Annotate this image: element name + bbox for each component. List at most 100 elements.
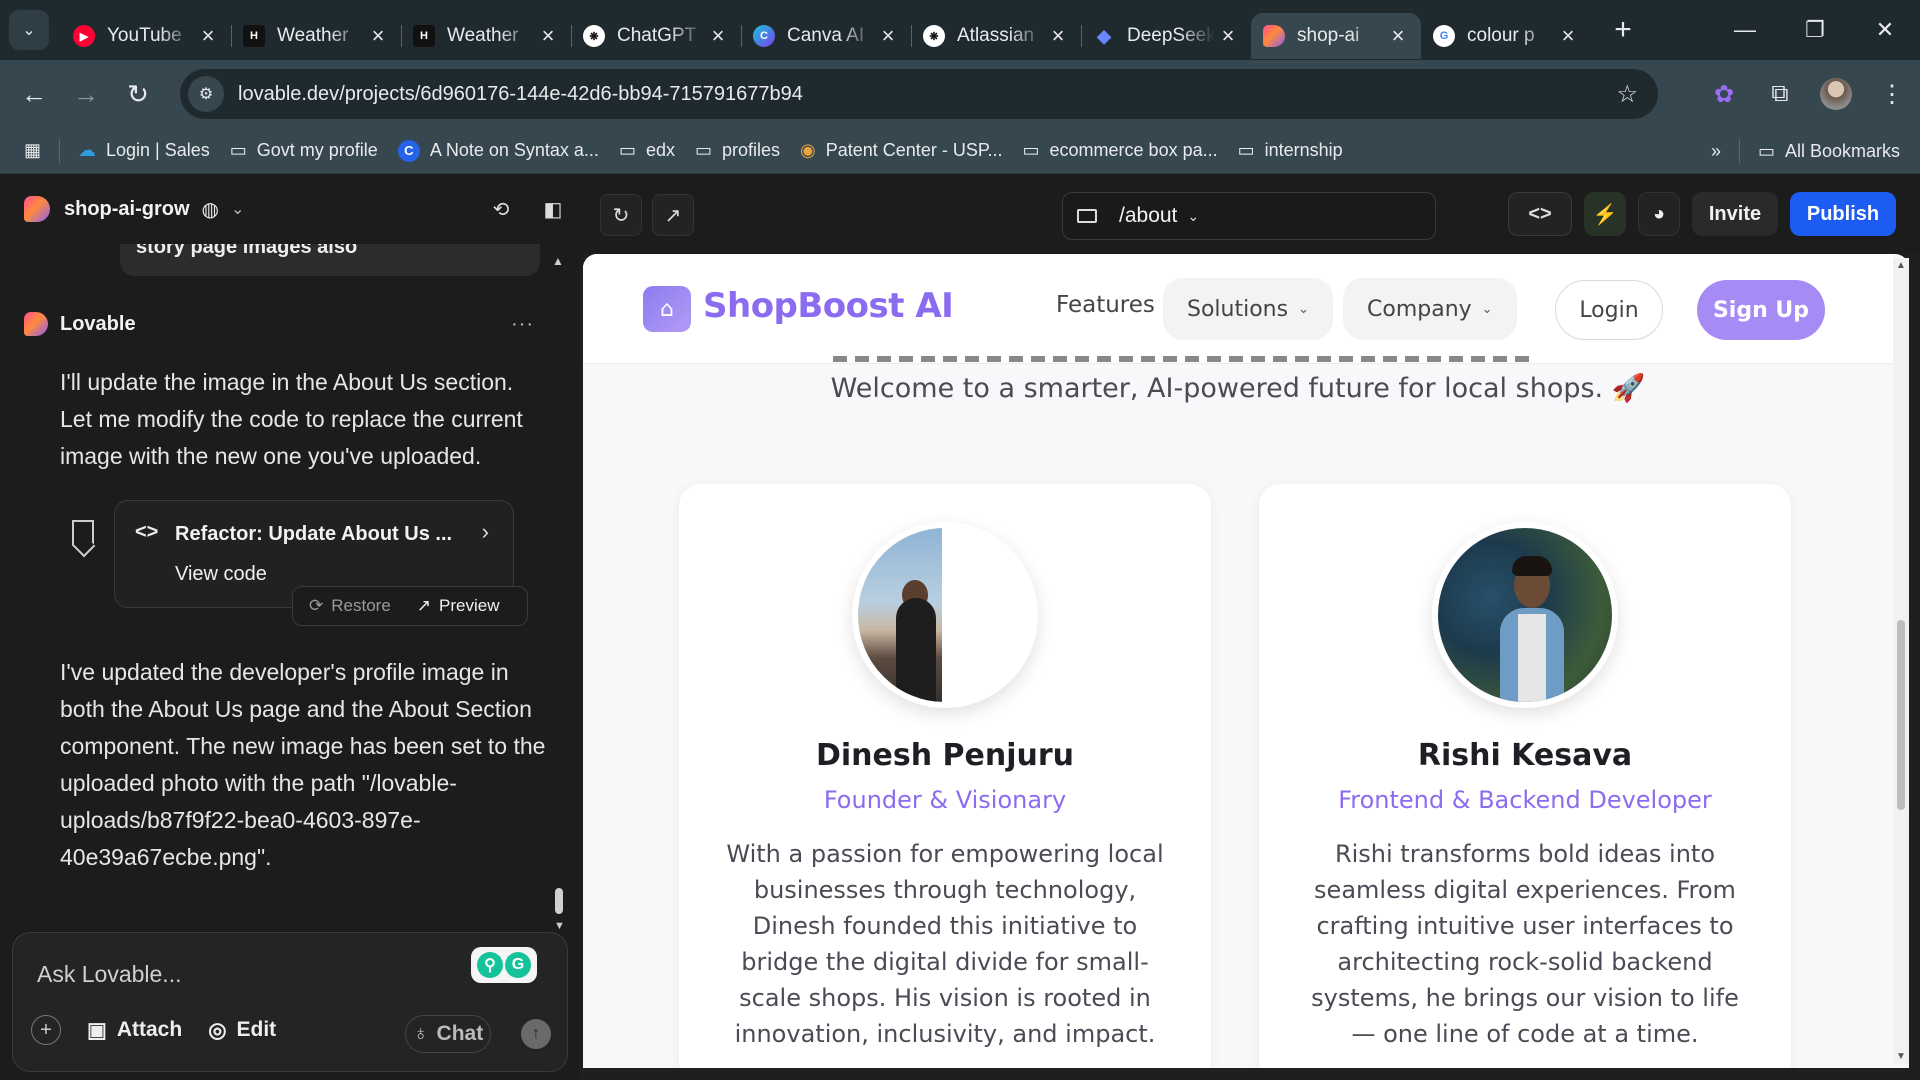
send-arrow-icon[interactable]: ↑ [521, 1019, 551, 1049]
scroll-up-icon[interactable]: ▲ [552, 254, 564, 268]
site-info-icon[interactable]: ⚙ [188, 76, 224, 112]
reload-icon[interactable]: ↻ [112, 68, 164, 120]
close-icon[interactable]: × [877, 25, 899, 47]
globe-icon[interactable]: ◍ [202, 197, 219, 222]
extensions-puzzle-icon[interactable]: ⧉ [1752, 80, 1808, 108]
shop-logo-icon[interactable]: ⌂ [643, 286, 691, 332]
member-role: Founder & Visionary [823, 786, 1067, 814]
scroll-down-icon[interactable]: ▼ [1896, 1051, 1906, 1062]
tab-atlassian[interactable]: ❋ Atlassian × [911, 13, 1081, 59]
profile-avatar[interactable] [1808, 78, 1864, 110]
code-view-icon[interactable]: <> [1508, 192, 1572, 236]
bookmark-ecommerce[interactable]: ▭ ecommerce box pa... [1013, 134, 1228, 168]
tab-weather-2[interactable]: H Weather × [401, 13, 571, 59]
tab-chatgpt[interactable]: ❋ ChatGPT × [571, 13, 741, 59]
login-button[interactable]: Login [1555, 280, 1663, 340]
tab-title: Canva AI [787, 25, 865, 46]
ai-extension-icon[interactable]: ✿ [1696, 80, 1752, 109]
sidebar-toggle-icon[interactable]: ◧ [534, 190, 572, 228]
more-bookmarks-icon[interactable]: » [1701, 134, 1731, 168]
close-icon[interactable]: × [1047, 25, 1069, 47]
minimize-icon[interactable]: — [1710, 0, 1780, 60]
bolt-icon[interactable]: ⚡ [1584, 192, 1626, 236]
close-icon[interactable]: × [537, 25, 559, 47]
history-icon[interactable]: ⟲ [482, 190, 520, 228]
bookmarks-right: » ▭ All Bookmarks [1701, 134, 1910, 168]
scroll-down-icon[interactable]: ▼ [554, 920, 565, 932]
route-selector[interactable]: /about ⌄ [1062, 192, 1436, 240]
nav-company[interactable]: Company ⌄ [1343, 278, 1517, 340]
weather-icon: H [413, 25, 435, 47]
forward-arrow-icon[interactable]: → [60, 68, 112, 120]
close-icon[interactable]: × [707, 25, 729, 47]
chevron-down-icon: ⌄ [1187, 207, 1200, 224]
back-arrow-icon[interactable]: ← [8, 68, 60, 120]
nav-solutions[interactable]: Solutions ⌄ [1163, 278, 1333, 340]
bookmark-login-sales[interactable]: ☁ Login | Sales [68, 134, 220, 168]
bookmark-edx[interactable]: ▭ edx [609, 134, 685, 168]
scroll-up-icon[interactable]: ▲ [1896, 260, 1906, 271]
tab-colour-picker[interactable]: G colour p × [1421, 13, 1591, 59]
refresh-icon[interactable]: ↻ [600, 194, 642, 236]
tab-weather[interactable]: H Weather × [231, 13, 401, 59]
all-bookmarks[interactable]: ▭ All Bookmarks [1748, 134, 1910, 168]
chat-input[interactable] [37, 961, 437, 988]
assistant-header: Lovable ··· [24, 312, 534, 336]
signup-button[interactable]: Sign Up [1697, 280, 1825, 340]
site-preview: ⌂ ShopBoost AI Features Solutions ⌄ Compa… [583, 254, 1909, 1068]
bookmark-govt[interactable]: ▭ Govt my profile [220, 134, 388, 168]
close-icon[interactable]: × [367, 25, 389, 47]
tab-shop-ai[interactable]: shop-ai × [1251, 13, 1421, 59]
preview-scrollbar[interactable]: ▲ ▼ [1893, 258, 1909, 1064]
address-bar[interactable]: ⚙ lovable.dev/projects/6d960176-144e-42d… [180, 69, 1658, 119]
bookmark-star-icon[interactable]: ☆ [1616, 80, 1638, 109]
grammarly-widget[interactable]: ⚲ G [471, 947, 537, 983]
invite-button[interactable]: Invite [1692, 192, 1778, 236]
scrollbar-thumb[interactable] [1897, 620, 1905, 810]
bookmark-syntax-note[interactable]: C A Note on Syntax a... [388, 134, 609, 168]
edit-button[interactable]: ◎ Edit [208, 1018, 276, 1043]
bookmark-profiles[interactable]: ▭ profiles [685, 134, 790, 168]
chevron-down-icon: ⌄ [1481, 301, 1493, 317]
tab-canva[interactable]: C Canva AI × [741, 13, 911, 59]
tab-youtube[interactable]: ▶ YouTube × [61, 13, 231, 59]
apps-grid-icon[interactable]: ▦ [14, 134, 51, 168]
close-icon[interactable]: × [1387, 25, 1409, 47]
close-icon[interactable]: × [197, 25, 219, 47]
url-text[interactable]: lovable.dev/projects/6d960176-144e-42d6-… [238, 83, 803, 106]
site-brand[interactable]: ShopBoost AI [703, 286, 954, 326]
chevron-down-icon[interactable]: ⌄ [231, 199, 244, 219]
scrollbar[interactable] [555, 888, 563, 914]
edit-target-icon: ◎ [208, 1018, 227, 1042]
attach-button[interactable]: ▣ Attach [87, 1018, 182, 1043]
close-window-icon[interactable]: ✕ [1850, 0, 1920, 60]
patent-icon: ◉ [800, 140, 816, 160]
preview-button[interactable]: ↗ Preview [417, 596, 500, 616]
tab-search-button[interactable]: ⌄ [9, 10, 49, 50]
close-icon[interactable]: × [1217, 25, 1239, 47]
chat-mode-button[interactable]: ♁ Chat [405, 1015, 491, 1053]
bookmark-internship[interactable]: ▭ internship [1228, 134, 1353, 168]
welcome-text: Welcome to a smarter, AI-powered future … [830, 373, 1646, 404]
more-options-icon[interactable]: ··· [511, 313, 534, 336]
restore-button[interactable]: ⟳ Restore [309, 596, 391, 616]
nav-features[interactable]: Features [1056, 292, 1155, 318]
view-code-link[interactable]: View code [175, 563, 267, 586]
tab-deepseek[interactable]: ◆ DeepSeek × [1081, 13, 1251, 59]
chevron-right-icon[interactable]: › [482, 519, 489, 545]
kebab-menu-icon[interactable]: ⋮ [1864, 80, 1920, 109]
open-external-icon[interactable]: ↗ [652, 194, 694, 236]
bookmark-icon[interactable] [72, 520, 94, 546]
tab-title: Atlassian [957, 25, 1035, 46]
publish-button[interactable]: Publish [1790, 192, 1896, 236]
member-name: Rishi Kesava [1417, 738, 1633, 773]
restore-icon[interactable]: ❐ [1780, 0, 1850, 60]
new-tab-button[interactable]: + [1605, 13, 1641, 47]
close-icon[interactable]: × [1557, 25, 1579, 47]
folder-icon: ▭ [1237, 140, 1255, 160]
add-icon[interactable]: + [31, 1015, 61, 1045]
bookmark-patent-center[interactable]: ◉ Patent Center - USP... [790, 134, 1012, 168]
github-icon[interactable]: ◕ [1638, 192, 1680, 236]
c-site-icon: C [397, 139, 420, 162]
project-name[interactable]: shop-ai-grow [64, 198, 190, 221]
